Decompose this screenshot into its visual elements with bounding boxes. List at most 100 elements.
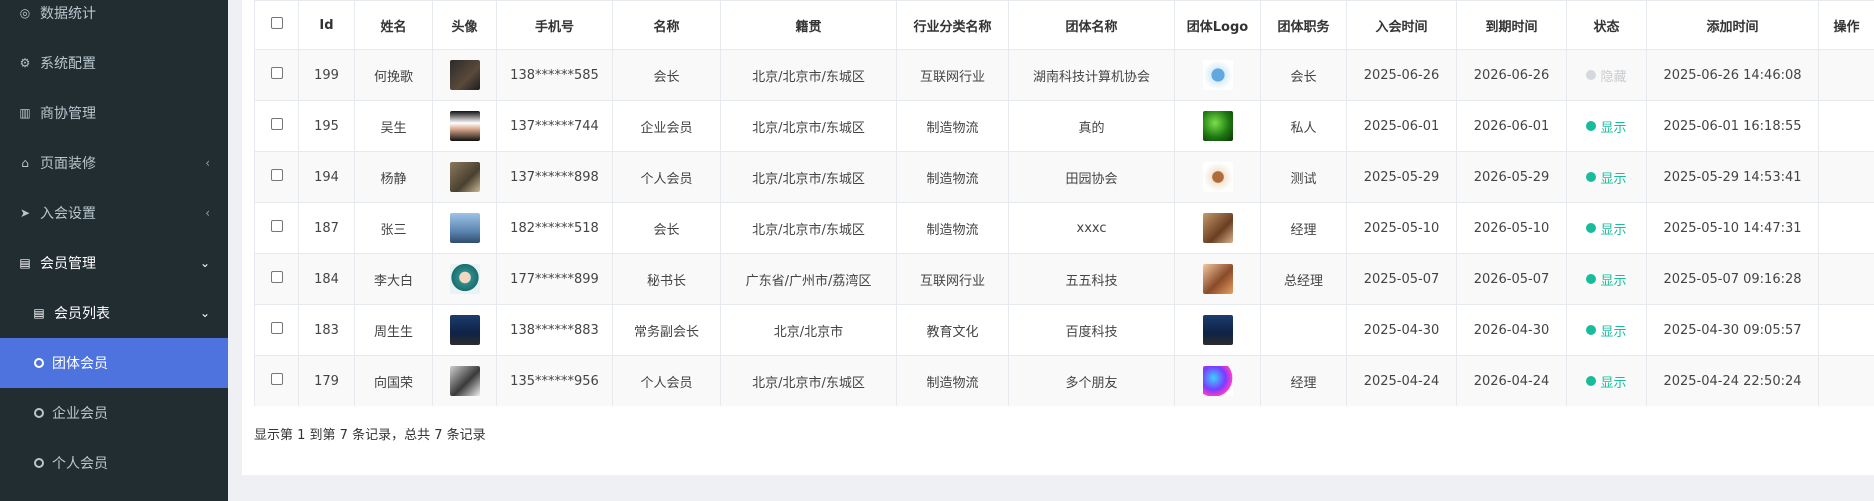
sidebar-item-page-decoration[interactable]: ⌂ 页面装修 ‹ [0, 138, 228, 188]
row-select-cell [254, 151, 299, 203]
cell-added-time: 2025-05-10 14:47:31 [1646, 202, 1819, 254]
table-row[interactable]: 194 杨静 137******898 个人会员 北京/北京市/东城区 制造物流 田园协会 测… [254, 151, 1874, 203]
sidebar-item-association[interactable]: ▥ 商协管理 [0, 88, 228, 138]
status-badge[interactable]: 显示 [1586, 270, 1627, 289]
members-table-wrapper: Id 姓名 头像 手机号 名称 籍贯 行业分类名称 团体名称 团体Logo 团体… [254, 0, 1874, 406]
column-header-title[interactable]: 名称 [612, 0, 721, 50]
sidebar-item-join-settings[interactable]: ➤ 入会设置 ‹ [0, 188, 228, 238]
main-content: Id 姓名 头像 手机号 名称 籍贯 行业分类名称 团体名称 团体Logo 团体… [228, 0, 1874, 501]
avatar[interactable] [449, 162, 480, 192]
cell-id: 184 [298, 253, 355, 305]
column-header-phone[interactable]: 手机号 [496, 0, 613, 50]
status-badge[interactable]: 隐藏 [1586, 66, 1627, 85]
circle-icon [34, 358, 44, 368]
status-badge[interactable]: 显示 [1586, 168, 1627, 187]
cell-group-logo [1174, 304, 1261, 356]
row-checkbox[interactable] [270, 118, 283, 130]
cell-join-date: 2025-04-24 [1346, 355, 1457, 406]
cell-phone: 177******899 [496, 253, 613, 305]
column-header-join-date[interactable]: 入会时间 [1346, 0, 1457, 50]
group-logo-image[interactable] [1202, 213, 1233, 243]
column-header-actions[interactable]: 操作 [1818, 0, 1874, 50]
group-logo-image[interactable] [1202, 366, 1233, 396]
row-select-cell [254, 100, 299, 152]
column-header-status[interactable]: 状态 [1566, 0, 1647, 50]
cell-origin: 广东省/广州市/荔湾区 [720, 253, 897, 305]
cell-phone: 137******898 [496, 151, 613, 203]
cell-actions [1818, 304, 1874, 356]
table-row[interactable]: 179 向国荣 135******956 个人会员 北京/北京市/东城区 制造物流 多个朋友… [254, 355, 1874, 406]
status-dot-icon [1586, 376, 1597, 386]
row-checkbox[interactable] [270, 271, 283, 283]
cell-group-name: 多个朋友 [1008, 355, 1175, 406]
row-checkbox[interactable] [270, 67, 283, 79]
avatar[interactable] [449, 213, 480, 243]
status-dot-icon [1586, 121, 1597, 131]
sidebar-item-enterprise-members[interactable]: 企业会员 [0, 388, 228, 438]
column-header-avatar[interactable]: 头像 [432, 0, 497, 50]
avatar[interactable] [449, 264, 480, 294]
column-header-group-logo[interactable]: 团体Logo [1174, 0, 1261, 50]
avatar[interactable] [449, 366, 480, 396]
cell-avatar [432, 100, 497, 152]
cell-industry: 制造物流 [896, 202, 1009, 254]
column-header-origin[interactable]: 籍贯 [720, 0, 897, 50]
table-row[interactable]: 195 吴生 137******744 企业会员 北京/北京市/东城区 制造物流 真的 私人 2… [254, 100, 1874, 152]
status-badge[interactable]: 显示 [1586, 117, 1627, 136]
content-panel: Id 姓名 头像 手机号 名称 籍贯 行业分类名称 团体名称 团体Logo 团体… [242, 0, 1874, 475]
sidebar-item-group-members[interactable]: 团体会员 [0, 338, 228, 388]
status-label: 显示 [1600, 273, 1627, 289]
column-header-group-name[interactable]: 团体名称 [1008, 0, 1175, 50]
sidebar-item-system-config[interactable]: ⚙ 系统配置 [0, 38, 228, 88]
table-row[interactable]: 187 张三 182******518 会长 北京/北京市/东城区 制造物流 xxxc 经理 2… [254, 202, 1874, 254]
group-logo-image[interactable] [1202, 315, 1233, 345]
column-header-name[interactable]: 姓名 [354, 0, 433, 50]
avatar[interactable] [449, 111, 480, 141]
cell-join-date: 2025-04-30 [1346, 304, 1457, 356]
avatar[interactable] [449, 60, 480, 90]
group-logo-image[interactable] [1202, 264, 1233, 294]
cell-avatar [432, 355, 497, 406]
select-all-cell [254, 0, 299, 50]
group-logo-image[interactable] [1202, 162, 1233, 192]
status-label: 显示 [1600, 222, 1627, 238]
cell-avatar [432, 151, 497, 203]
status-label: 显示 [1600, 120, 1627, 136]
cell-group-name: 湖南科技计算机协会 [1008, 49, 1175, 101]
cell-name: 李大白 [354, 253, 433, 305]
table-row[interactable]: 184 李大白 177******899 秘书长 广东省/广州市/荔湾区 互联网行业 五五科… [254, 253, 1874, 305]
column-header-group-position[interactable]: 团体职务 [1260, 0, 1347, 50]
sidebar-item-individual-members[interactable]: 个人会员 [0, 438, 228, 488]
status-badge[interactable]: 显示 [1586, 372, 1627, 391]
column-header-id[interactable]: Id [298, 0, 355, 50]
table-row[interactable]: 183 周生生 138******883 常务副会长 北京/北京市 教育文化 百度科技 202… [254, 304, 1874, 356]
cell-status: 显示 [1566, 253, 1647, 305]
sidebar-item-statistics[interactable]: ◎ 数据统计 [0, 0, 228, 38]
cell-origin: 北京/北京市/东城区 [720, 100, 897, 152]
table-row[interactable]: 199 何挽歌 138******585 会长 北京/北京市/东城区 互联网行业 湖南科技计… [254, 49, 1874, 101]
cell-id: 194 [298, 151, 355, 203]
status-badge[interactable]: 显示 [1586, 321, 1627, 340]
group-logo-image[interactable] [1202, 111, 1233, 141]
sidebar-item-member-list[interactable]: ▤ 会员列表 ⌄ [0, 288, 228, 338]
cell-added-time: 2025-06-01 16:18:55 [1646, 100, 1819, 152]
column-header-added-time[interactable]: 添加时间 [1646, 0, 1819, 50]
row-checkbox[interactable] [270, 322, 283, 334]
row-checkbox[interactable] [270, 220, 283, 232]
circle-icon [34, 408, 44, 418]
circle-icon [34, 458, 44, 468]
column-header-industry[interactable]: 行业分类名称 [896, 0, 1009, 50]
column-header-expire-date[interactable]: 到期时间 [1456, 0, 1567, 50]
sidebar-item-label: 商协管理 [40, 106, 96, 122]
row-checkbox[interactable] [270, 169, 283, 181]
sidebar-item-member-management[interactable]: ▤ 会员管理 ⌄ [0, 238, 228, 288]
status-badge[interactable]: 显示 [1586, 219, 1627, 238]
row-checkbox[interactable] [270, 373, 283, 385]
cell-join-date: 2025-05-29 [1346, 151, 1457, 203]
cell-group-logo [1174, 151, 1261, 203]
paper-plane-icon: ➤ [19, 206, 31, 220]
avatar[interactable] [449, 315, 480, 345]
group-logo-image[interactable] [1202, 60, 1233, 90]
cell-actions [1818, 49, 1874, 101]
select-all-checkbox[interactable] [270, 17, 283, 29]
